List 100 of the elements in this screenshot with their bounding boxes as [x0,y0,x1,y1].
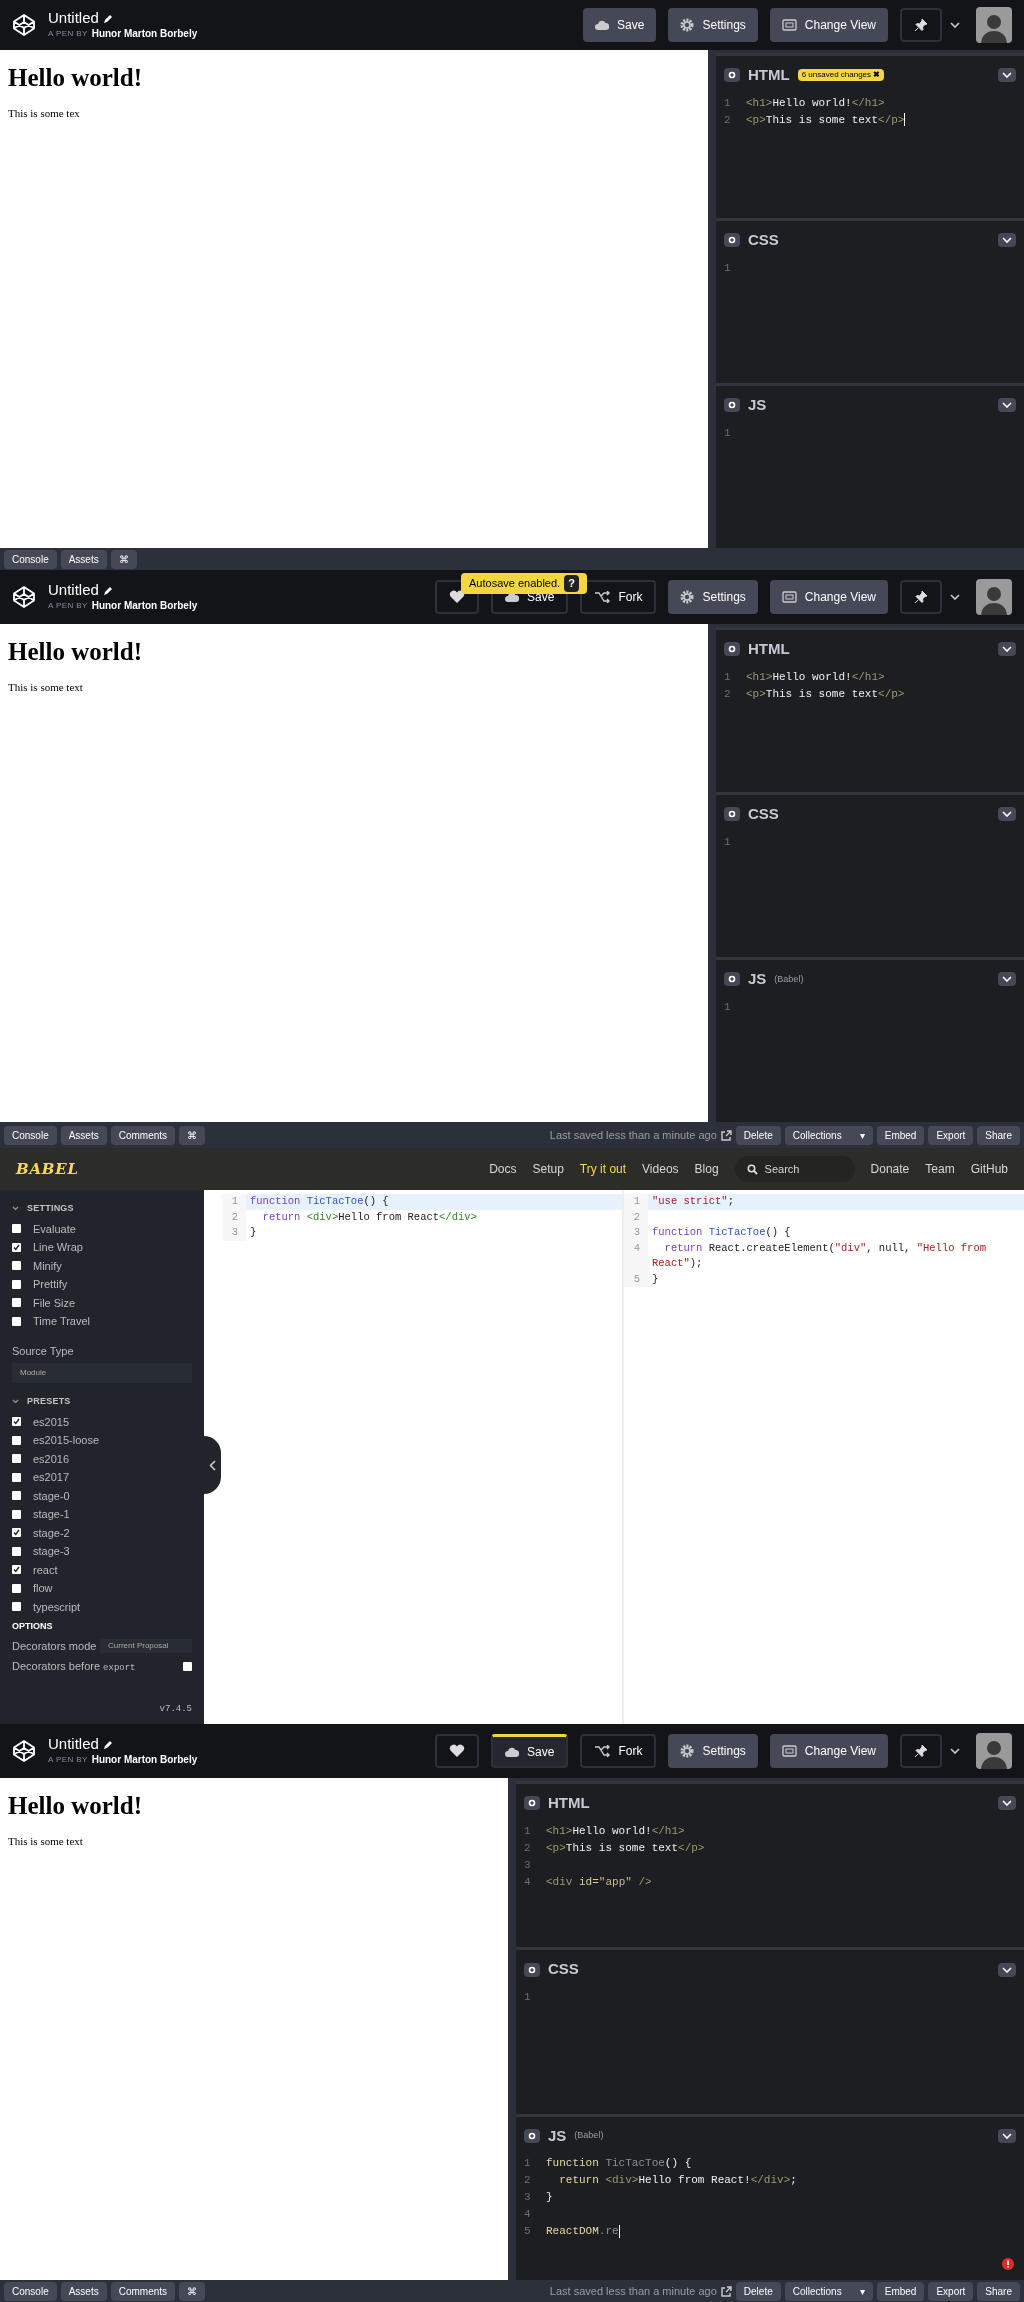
view-button[interactable]: Change View [769,8,888,42]
footer-button[interactable]: Comments [110,1125,176,1145]
fork-button[interactable]: Fork [580,580,657,614]
editor-menu-button[interactable] [998,233,1016,248]
pin-button[interactable] [900,1734,942,1768]
save-button[interactable]: Save [491,1734,569,1768]
view-button[interactable]: Change View [769,580,888,614]
settings-icon[interactable] [524,1796,540,1811]
footer-button[interactable]: Share [977,2281,1020,2301]
checkbox[interactable] [12,1417,21,1427]
checkbox[interactable] [12,1242,21,1252]
footer-button[interactable]: Console [4,549,57,569]
checkbox[interactable] [12,1261,21,1271]
pen-title[interactable]: Untitled [48,1735,99,1755]
settings-icon[interactable] [724,68,740,83]
footer-button[interactable]: Delete [735,1125,781,1145]
editor-menu-button[interactable] [998,1796,1016,1811]
footer-button[interactable]: Assets [60,549,107,569]
nav-link[interactable]: Team [925,1160,955,1178]
checkbox[interactable] [12,1435,21,1445]
footer-button[interactable]: Console [4,1125,57,1145]
settings-icon[interactable] [724,233,740,248]
settings-icon[interactable] [524,1962,540,1977]
collapse-sidebar-button[interactable] [204,1436,221,1494]
checkbox[interactable] [12,1298,21,1308]
error-icon[interactable] [1002,2258,1014,2270]
fork-button[interactable]: Fork [580,1734,657,1768]
checkbox[interactable] [12,1224,21,1234]
checkbox[interactable] [12,1509,21,1519]
external-link-icon[interactable] [720,1129,732,1141]
avatar[interactable] [976,7,1012,43]
checkbox[interactable] [12,1583,21,1593]
checkbox[interactable] [12,1279,21,1289]
view-button[interactable]: Change View [769,1734,888,1768]
author-name[interactable]: Hunor Marton Borbely [91,600,198,613]
cube-logo-icon[interactable] [12,1739,36,1763]
checkbox[interactable] [12,1528,21,1538]
checkbox[interactable] [12,1491,21,1501]
settings-icon[interactable] [724,807,740,822]
footer-button[interactable]: Export [928,2281,974,2301]
external-link-icon[interactable] [720,2285,732,2297]
checkbox[interactable] [12,1602,21,1612]
checkbox[interactable] [12,1454,21,1464]
checkbox[interactable] [12,1472,21,1482]
section-heading[interactable]: PRESETS [27,1395,71,1409]
nav-link[interactable]: Videos [642,1160,679,1178]
cube-logo-icon[interactable] [12,13,36,37]
nav-link[interactable]: Donate [870,1160,910,1178]
avatar[interactable] [976,1733,1012,1769]
settings-icon[interactable] [724,972,740,987]
footer-button[interactable]: Embed [876,1125,925,1145]
settings-button[interactable]: Settings [668,8,758,42]
author-name[interactable]: Hunor Marton Borbely [91,1754,198,1767]
pin-button[interactable] [900,8,942,42]
pin-button[interactable] [900,580,942,614]
footer-button[interactable]: Embed [876,2281,925,2301]
footer-button[interactable]: Assets [60,1125,107,1145]
footer-button[interactable]: Export [928,1125,974,1145]
decorators-mode-select[interactable]: Current Proposal [100,1638,192,1653]
pencil-icon[interactable] [102,585,113,596]
footer-button[interactable]: ⌘ [179,1125,206,1145]
nav-link[interactable]: Docs [489,1160,517,1178]
pen-title[interactable]: Untitled [48,581,99,601]
editor-menu-button[interactable] [998,972,1016,987]
pen-title[interactable]: Untitled [48,9,99,29]
checkbox[interactable] [12,1565,21,1575]
settings-icon[interactable] [724,398,740,413]
babel-logo[interactable]: BABEL [16,1157,79,1181]
nav-link[interactable]: Setup [532,1160,564,1178]
editor-menu-button[interactable] [998,1962,1016,1977]
section-heading[interactable]: SETTINGS [27,1202,74,1216]
heart-button[interactable] [435,1734,480,1768]
checkbox[interactable] [12,1316,21,1326]
footer-button[interactable]: ⌘ [110,549,137,569]
checkbox[interactable] [183,1662,192,1672]
source-type-select[interactable]: Module [12,1363,192,1383]
editor-menu-button[interactable] [998,2128,1016,2143]
footer-button[interactable]: Assets [60,2281,107,2301]
settings-button[interactable]: Settings [668,1734,758,1768]
footer-button[interactable]: Console [4,2281,57,2301]
help-button[interactable]: ? [564,575,579,592]
footer-button[interactable]: Collections ▾ [784,2281,873,2301]
nav-link[interactable]: Try it out [579,1160,627,1178]
pencil-icon[interactable] [102,13,113,24]
chevron-down-icon[interactable] [12,1206,19,1212]
nav-link[interactable]: GitHub [970,1160,1008,1178]
checkbox[interactable] [12,1546,21,1556]
cube-logo-icon[interactable] [12,585,36,609]
settings-icon[interactable] [724,642,740,657]
footer-button[interactable]: ⌘ [179,2281,206,2301]
settings-button[interactable]: Settings [668,580,758,614]
author-name[interactable]: Hunor Marton Borbely [91,28,198,41]
save-button[interactable]: Save [583,8,657,42]
footer-button[interactable]: Share [977,1125,1020,1145]
editor-menu-button[interactable] [998,398,1016,413]
avatar[interactable] [976,579,1012,615]
footer-button[interactable]: Delete [735,2281,781,2301]
editor-menu-button[interactable] [998,68,1016,83]
settings-icon[interactable] [524,2128,540,2143]
footer-button[interactable]: Comments [110,2281,176,2301]
